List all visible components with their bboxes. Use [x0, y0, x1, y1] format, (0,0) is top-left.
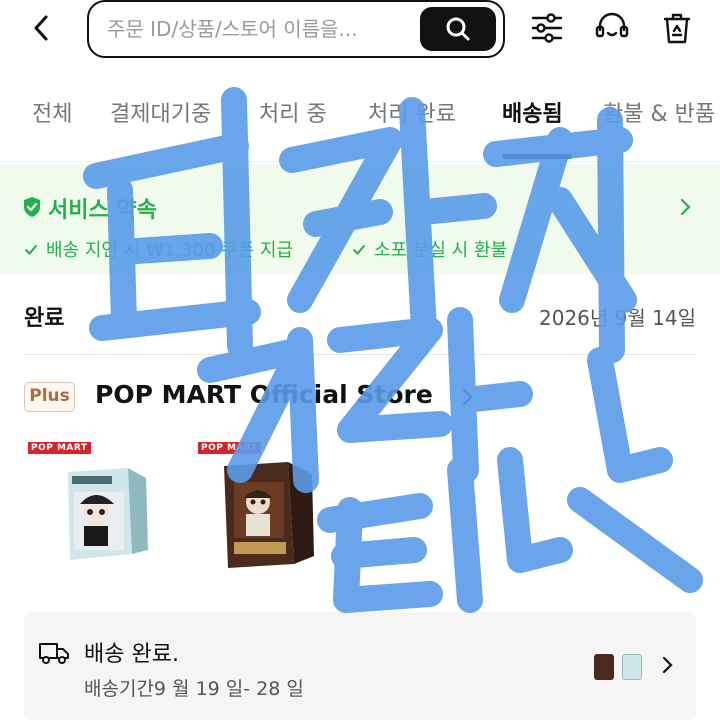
product-image-1[interactable]: POP MART — [28, 442, 178, 592]
product-box-illustration — [68, 468, 148, 560]
tab-all[interactable]: 전체 — [32, 96, 72, 128]
promise-item-lost-refund: 소포 분실 시 환불 — [352, 236, 507, 262]
check-icon — [25, 245, 37, 255]
filter-sliders-icon[interactable] — [529, 10, 565, 46]
tabs-divider — [0, 161, 720, 162]
headset-icon[interactable] — [594, 10, 630, 46]
top-bar — [0, 0, 720, 62]
order-divider — [24, 354, 696, 355]
tab-refund-return[interactable]: 환불 & 반품 — [603, 96, 715, 128]
plus-badge: Plus — [24, 382, 75, 412]
delivery-period: 배송기간9 월 19 일- 28 일 — [84, 678, 304, 700]
service-promise-banner[interactable]: 서비스 약속 배송 지연 시 ₩1,300 쿠폰 지급 소포 분실 시 환불 — [0, 164, 720, 274]
check-icon — [353, 245, 365, 255]
search-button[interactable] — [420, 7, 496, 51]
truck-icon — [39, 643, 69, 664]
trash-icon[interactable] — [659, 10, 695, 46]
search-icon — [446, 17, 470, 41]
search-box — [87, 0, 505, 58]
product-box-illustration — [224, 462, 314, 568]
promise-title: 서비스 약속 — [48, 198, 157, 223]
chevron-right-icon — [680, 198, 691, 216]
promise-item-delay-coupon: 배송 지연 시 ₩1,300 쿠폰 지급 — [24, 236, 293, 262]
tab-shipped[interactable]: 배송됨 — [502, 96, 563, 128]
product-thumbnail-2 — [594, 654, 614, 680]
product-thumbnail-1 — [622, 654, 642, 680]
product-image-2[interactable]: POP MART — [198, 442, 348, 592]
order-tabs: 전체 결제대기중 처리 중 처리 완료 배송됨 환불 & 반품 — [0, 86, 720, 162]
tab-processed[interactable]: 처리 완료 — [368, 96, 456, 128]
chevron-right-icon[interactable] — [460, 388, 474, 406]
shield-check-icon — [24, 197, 40, 217]
order-date: 2026년 9월 14일 — [539, 306, 696, 330]
chevron-right-icon — [662, 656, 673, 674]
tab-processing[interactable]: 처리 중 — [259, 96, 327, 128]
delivery-title: 배송 완료. — [84, 642, 179, 667]
store-name[interactable]: POP MART Official Store — [95, 380, 433, 409]
promise-item-label: 배송 지연 시 ₩1,300 쿠폰 지급 — [46, 240, 293, 261]
active-tab-indicator — [502, 154, 572, 159]
search-input[interactable] — [107, 14, 407, 44]
promise-item-label: 소포 분실 시 환불 — [374, 240, 508, 261]
chevron-left-icon[interactable] — [26, 12, 58, 44]
order-status: 완료 — [24, 306, 65, 331]
delivery-status-card[interactable]: 배송 완료. 배송기간9 월 19 일- 28 일 — [24, 612, 696, 720]
tab-awaiting-payment[interactable]: 결제대기중 — [110, 96, 211, 128]
